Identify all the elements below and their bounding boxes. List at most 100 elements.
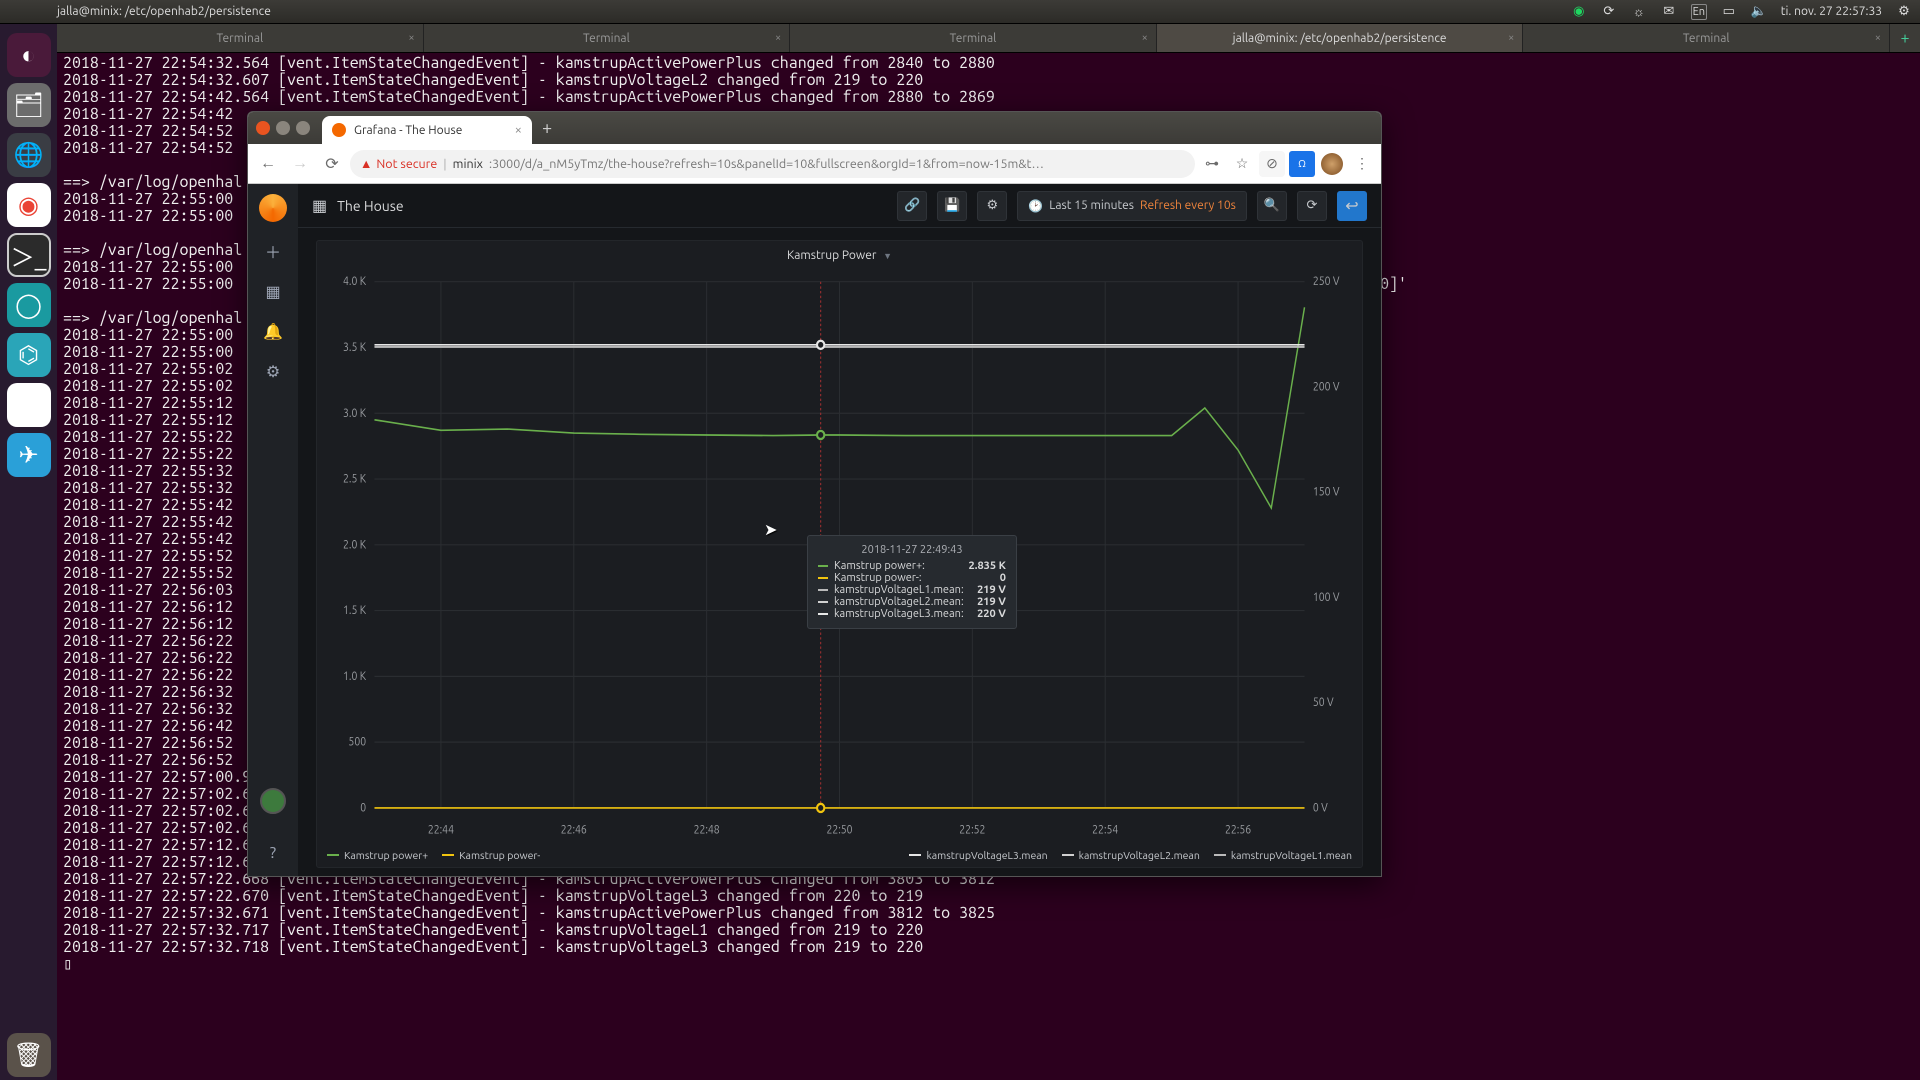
settings-icon[interactable]: ⚙ <box>262 360 284 382</box>
svg-text:2.5 K: 2.5 K <box>343 473 366 486</box>
browser-toolbar: ← → ⟳ ▲ Not secure | minix:3000/d/a_nM5y… <box>248 144 1381 184</box>
star-icon[interactable]: ☆ <box>1229 151 1255 177</box>
tab-close-icon[interactable]: × <box>1142 32 1148 44</box>
browser-tab[interactable]: Grafana - The House × <box>322 116 532 144</box>
terminal-tab[interactable]: Terminal× <box>424 24 791 52</box>
chart-tooltip: 2018-11-27 22:49:43 Kamstrup power+:2.83… <box>807 535 1017 629</box>
ext-icon[interactable]: Ω <box>1289 151 1315 177</box>
url-host: minix <box>453 157 483 171</box>
alerts-icon[interactable]: 🔔 <box>262 320 284 342</box>
terminal-tab[interactable]: jalla@minix: /etc/openhab2/persistence× <box>1157 24 1524 52</box>
terminal-tab[interactable]: Terminal× <box>1523 24 1890 52</box>
panel-title[interactable]: Kamstrup Power ▼ <box>317 241 1362 270</box>
desktop-topbar: jalla@minix: /etc/openhab2/persistence ◉… <box>0 0 1920 24</box>
tab-close-icon[interactable]: × <box>1875 32 1881 44</box>
svg-text:250 V: 250 V <box>1313 276 1340 289</box>
browser-tabstrip: Grafana - The House × + <box>248 112 1381 144</box>
new-tab-button[interactable]: + <box>532 118 562 138</box>
svg-text:4.0 K: 4.0 K <box>343 276 366 289</box>
dashboard-title[interactable]: The House <box>337 198 403 214</box>
telegram-icon[interactable]: ✈ <box>7 433 51 477</box>
svg-text:50 V: 50 V <box>1313 697 1334 710</box>
gear-icon[interactable]: ⚙ <box>1896 4 1912 20</box>
svg-text:3.5 K: 3.5 K <box>343 341 366 354</box>
tooltip-row: kamstrupVoltageL3.mean:220 V <box>818 608 1006 620</box>
reload-button[interactable]: ⟳ <box>318 150 346 178</box>
zoom-button[interactable]: 🔍 <box>1257 191 1287 221</box>
legend-item[interactable]: kamstrupVoltageL2.mean <box>1062 849 1200 861</box>
menu-icon[interactable]: ⋮ <box>1349 151 1375 177</box>
volume-icon[interactable]: 🔈 <box>1751 4 1767 20</box>
window-title: jalla@minix: /etc/openhab2/persistence <box>0 5 1571 18</box>
panel-settings-button[interactable]: ⚙ <box>977 191 1007 221</box>
tab-close-icon[interactable]: × <box>515 123 522 137</box>
adblock-icon[interactable]: ⊘ <box>1259 151 1285 177</box>
chart-plot[interactable]: 22:4422:4622:4822:5022:5222:5422:5605001… <box>317 270 1362 843</box>
help-icon[interactable]: ? <box>262 842 284 864</box>
grafana-user-avatar[interactable] <box>260 788 286 814</box>
svg-text:22:52: 22:52 <box>959 824 985 837</box>
app-icon-2[interactable]: ⌬ <box>7 333 51 377</box>
window-close-button[interactable] <box>256 121 270 135</box>
chart-legend: Kamstrup power+ Kamstrup power-kamstrupVo… <box>317 843 1362 867</box>
svg-text:22:56: 22:56 <box>1225 824 1251 837</box>
terminal-add-tab[interactable]: + <box>1890 24 1920 52</box>
share-button[interactable]: 🔗 <box>897 191 927 221</box>
spotify-icon[interactable]: ◉ <box>1571 4 1587 20</box>
profile-avatar[interactable] <box>1319 151 1345 177</box>
window-min-button[interactable] <box>276 121 290 135</box>
trash-icon[interactable]: 🗑 <box>7 1033 51 1077</box>
lang-indicator[interactable]: En <box>1691 4 1707 20</box>
tooltip-row: kamstrupVoltageL1.mean:219 V <box>818 584 1006 596</box>
system-tray: ◉ ⟳ ☼ ✉ En ▭ 🔈 ti. nov. 27 22:57:33 ⚙ <box>1571 4 1920 20</box>
back-button[interactable]: ← <box>254 150 282 178</box>
back-to-dashboard-button[interactable]: ↩ <box>1337 191 1367 221</box>
tab-close-icon[interactable]: × <box>775 32 781 44</box>
site-key-icon[interactable]: ⊶ <box>1199 151 1225 177</box>
forward-button[interactable]: → <box>286 150 314 178</box>
browser-window: Grafana - The House × + ← → ⟳ ▲ Not secu… <box>247 111 1382 877</box>
grafana-logo-icon[interactable] <box>259 194 287 222</box>
legend-item[interactable]: Kamstrup power- <box>442 849 540 861</box>
tooltip-row: kamstrupVoltageL2.mean:219 V <box>818 596 1006 608</box>
dash-icon[interactable]: ◐ <box>7 33 51 77</box>
svg-text:500: 500 <box>348 736 366 749</box>
time-range-picker[interactable]: 🕑 Last 15 minutes Refresh every 10s <box>1017 191 1247 221</box>
dashboards-icon[interactable]: ▦ <box>262 280 284 302</box>
app-icon-1[interactable]: ◯ <box>7 283 51 327</box>
add-icon[interactable]: ＋ <box>262 240 284 262</box>
svg-text:22:54: 22:54 <box>1092 824 1118 837</box>
terminal-tab[interactable]: Terminal× <box>790 24 1157 52</box>
refresh-button[interactable]: ⟳ <box>1297 191 1327 221</box>
grafana-panel-area: Kamstrup Power ▼ 22:4422:4622:4822:5022:… <box>298 228 1381 876</box>
chrome-icon[interactable]: ◉ <box>7 183 51 227</box>
browser-tab-title: Grafana - The House <box>354 124 462 137</box>
svg-text:2.0 K: 2.0 K <box>343 539 366 552</box>
clock[interactable]: ti. nov. 27 22:57:33 <box>1781 5 1882 18</box>
tab-close-icon[interactable]: × <box>408 32 414 44</box>
svg-text:0 V: 0 V <box>1313 802 1328 815</box>
window-max-button[interactable] <box>296 121 310 135</box>
files-icon[interactable]: 🗂 <box>7 83 51 127</box>
slack-icon[interactable]: S <box>7 383 51 427</box>
mail-icon[interactable]: ✉ <box>1661 4 1677 20</box>
sync-icon[interactable]: ⟳ <box>1601 4 1617 20</box>
address-bar[interactable]: ▲ Not secure | minix:3000/d/a_nM5yTmz/th… <box>350 150 1195 178</box>
security-warning: ▲ Not secure <box>360 157 437 171</box>
legend-item[interactable]: kamstrupVoltageL3.mean <box>909 849 1047 861</box>
chromium-icon[interactable]: 🌐 <box>7 133 51 177</box>
battery-icon[interactable]: ▭ <box>1721 4 1737 20</box>
grafana-sidebar: ＋ ▦ 🔔 ⚙ ? <box>248 184 298 876</box>
legend-item[interactable]: kamstrupVoltageL1.mean <box>1214 849 1352 861</box>
terminal-icon[interactable]: ＞_ <box>7 233 51 277</box>
svg-text:150 V: 150 V <box>1313 486 1340 499</box>
save-button[interactable]: 💾 <box>937 191 967 221</box>
svg-text:1.5 K: 1.5 K <box>343 605 366 618</box>
tab-close-icon[interactable]: × <box>1508 32 1514 44</box>
legend-item[interactable]: Kamstrup power+ <box>327 849 428 861</box>
grafana-favicon-icon <box>332 123 346 137</box>
dashboard-list-icon[interactable]: ▦ <box>312 196 327 215</box>
terminal-tab[interactable]: Terminal× <box>57 24 424 52</box>
octo-icon[interactable]: ☼ <box>1631 4 1647 20</box>
svg-text:22:50: 22:50 <box>826 824 852 837</box>
